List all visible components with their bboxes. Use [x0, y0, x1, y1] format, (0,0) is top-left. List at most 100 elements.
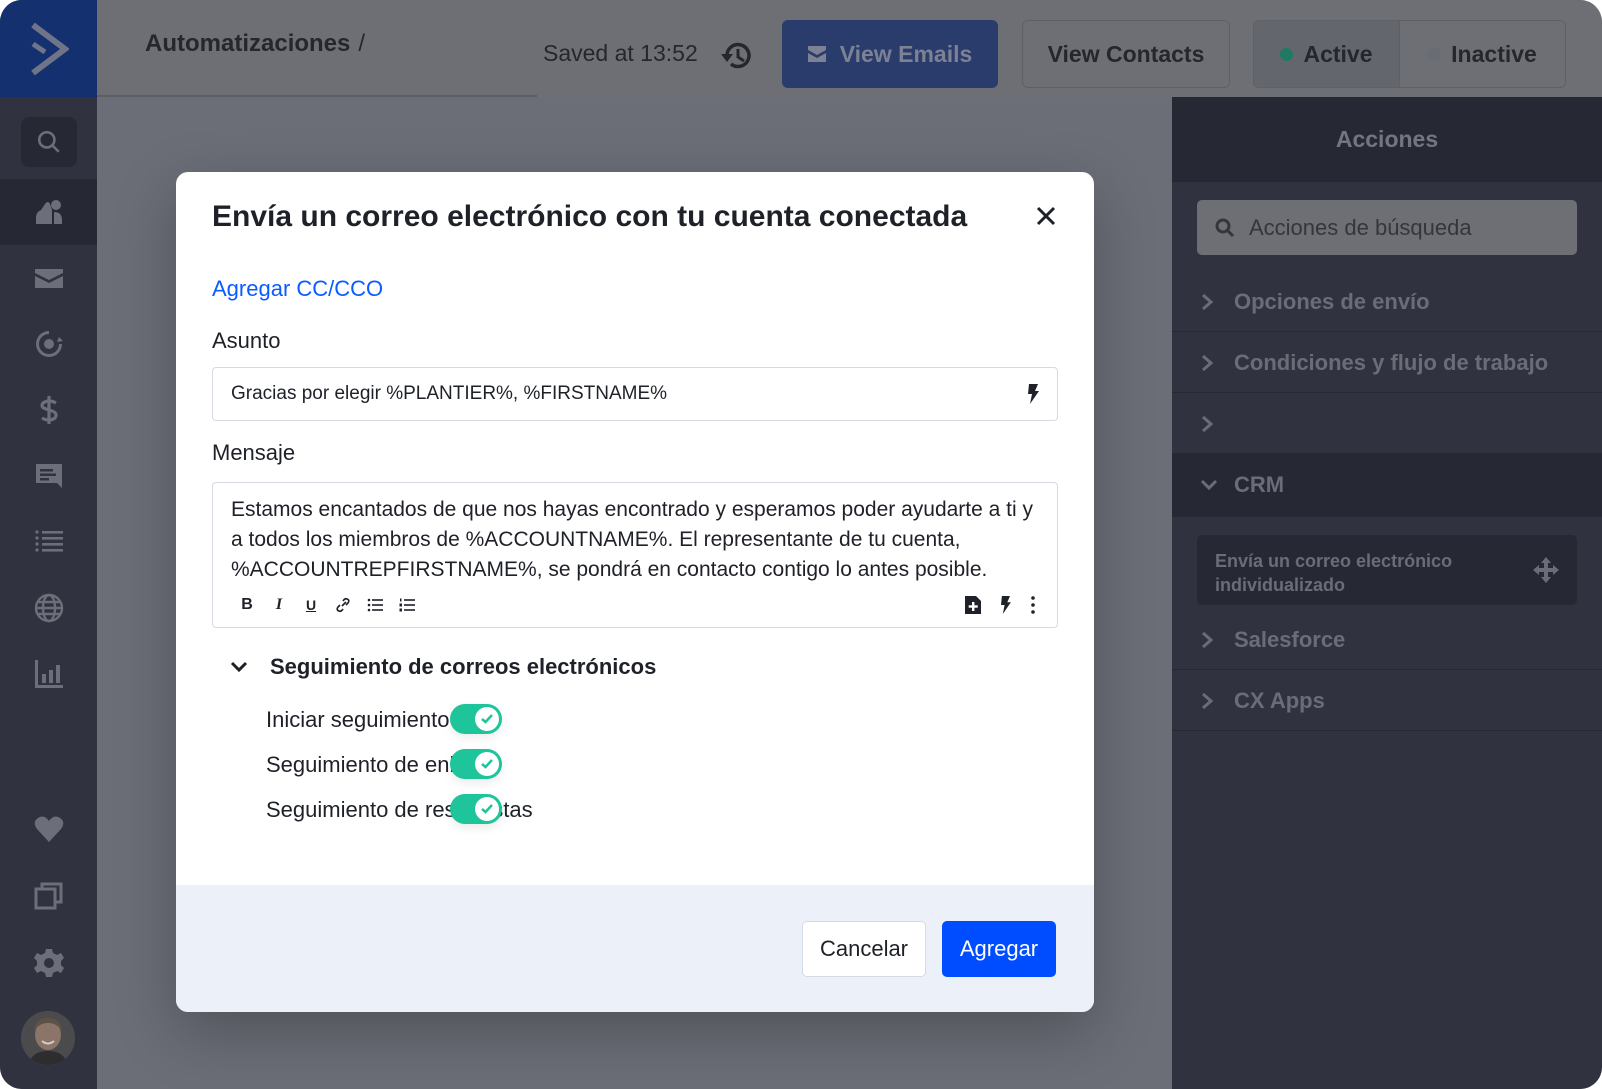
section-unnamed[interactable] — [1172, 394, 1602, 454]
chevron-down-icon — [1200, 479, 1218, 491]
toggle-label: Iniciar seguimiento — [266, 707, 450, 732]
send-email-modal: Envía un correo electrónico con tu cuent… — [176, 172, 1094, 1012]
numbered-list-button[interactable] — [391, 593, 423, 617]
sidebar-item-lists[interactable] — [0, 509, 97, 575]
sidebar-item-settings[interactable] — [0, 930, 97, 996]
section-label: Salesforce — [1234, 626, 1346, 652]
italic-button[interactable]: I — [263, 593, 295, 617]
sidebar-item-search[interactable] — [0, 109, 97, 175]
history-icon[interactable] — [719, 38, 755, 74]
left-sidebar — [0, 0, 97, 1089]
move-icon[interactable] — [1533, 557, 1559, 583]
personalize-bolt-icon[interactable] — [1027, 384, 1039, 404]
chat-icon — [35, 464, 62, 488]
sidebar-item-contacts[interactable] — [0, 179, 97, 245]
message-editor[interactable]: Estamos encantados de que nos hayas enco… — [212, 482, 1058, 628]
view-contacts-label: View Contacts — [1047, 40, 1205, 67]
sidebar-item-favorites[interactable] — [0, 796, 97, 862]
bold-button[interactable]: B — [231, 593, 263, 617]
subject-value: Gracias por elegir %PLANTIER%, %FIRSTNAM… — [231, 383, 668, 404]
section-label: CX Apps — [1234, 687, 1325, 713]
subject-label: Asunto — [212, 328, 281, 353]
chevron-down-icon — [230, 661, 248, 673]
view-emails-button[interactable]: View Emails — [782, 20, 998, 88]
toggle-row-start-tracking: Iniciar seguimiento — [266, 707, 449, 733]
bullet-list-button[interactable] — [359, 593, 391, 617]
modal-footer: Cancelar Agregar — [176, 885, 1094, 1012]
cancel-button[interactable]: Cancelar — [802, 921, 926, 977]
personalize-button[interactable] — [989, 593, 1021, 617]
section-condiciones[interactable]: Condiciones y flujo de trabajo — [1172, 333, 1602, 393]
view-contacts-button[interactable]: View Contacts — [1022, 20, 1230, 88]
chevron-right-icon — [1202, 631, 1214, 648]
section-label: Condiciones y flujo de trabajo — [1234, 349, 1549, 375]
gear-icon — [33, 949, 64, 977]
logo[interactable] — [0, 0, 97, 97]
subject-input[interactable]: Gracias por elegir %PLANTIER%, %FIRSTNAM… — [212, 367, 1058, 421]
chevron-right-icon — [1202, 692, 1214, 709]
sidebar-item-reports[interactable] — [0, 641, 97, 707]
envelope-icon — [34, 269, 63, 288]
crm-action-individual-email[interactable]: Envía un correo electrónico individualiz… — [1197, 535, 1577, 605]
add-cc-bcc-link[interactable]: Agregar CC/CCO — [212, 276, 383, 302]
breadcrumb-automations[interactable]: Automatizaciones — [145, 30, 350, 57]
saved-status: Saved at 13:52 — [543, 40, 698, 66]
section-opciones-envio[interactable]: Opciones de envío — [1172, 272, 1602, 332]
automation-gear-icon — [35, 331, 63, 357]
breadcrumb-separator: / — [358, 30, 366, 57]
numbered-list-icon — [399, 598, 415, 612]
message-value: Estamos encantados de que nos hayas enco… — [231, 498, 1033, 581]
underline-icon: U — [305, 597, 317, 613]
list-icon — [34, 530, 63, 552]
crm-action-line2: individualizado — [1215, 575, 1346, 595]
section-label: CRM — [1234, 472, 1285, 497]
check-icon — [481, 759, 493, 769]
status-toggle: Active Inactive — [1253, 20, 1566, 88]
section-cx-apps[interactable]: CX Apps — [1172, 671, 1602, 731]
section-label: Opciones de envío — [1234, 288, 1430, 314]
actions-search-input[interactable]: Acciones de búsqueda — [1197, 200, 1577, 255]
start-tracking-toggle[interactable] — [450, 704, 502, 734]
insert-content-button[interactable] — [957, 593, 989, 617]
status-active-label: Active — [1303, 40, 1373, 67]
reply-tracking-toggle[interactable] — [450, 794, 502, 824]
globe-icon — [34, 593, 63, 623]
windows-icon — [34, 882, 62, 910]
bar-chart-icon — [34, 660, 63, 688]
email-tracking-header[interactable]: Seguimiento de correos electrónicos — [230, 654, 656, 680]
crm-action-line1: Envía un correo electrónico — [1215, 551, 1453, 571]
sidebar-item-campaigns[interactable] — [0, 245, 97, 311]
user-photo-icon — [21, 1011, 75, 1065]
personalize-bolt-icon — [1000, 596, 1011, 614]
section-crm[interactable]: CRM — [1172, 453, 1602, 517]
add-button[interactable]: Agregar — [942, 921, 1056, 977]
close-icon[interactable] — [1034, 204, 1058, 228]
sidebar-item-conversations[interactable] — [0, 443, 97, 509]
bold-icon: B — [241, 596, 253, 613]
link-icon — [336, 597, 350, 613]
underline-button[interactable]: U — [295, 593, 327, 617]
email-tracking-title: Seguimiento de correos electrónicos — [270, 654, 657, 679]
actions-panel: Acciones Acciones de búsqueda Opciones d… — [1172, 97, 1602, 1089]
sidebar-item-automations[interactable] — [0, 311, 97, 377]
actions-search-placeholder: Acciones de búsqueda — [1249, 214, 1472, 240]
check-icon — [481, 804, 493, 814]
add-document-icon — [965, 596, 981, 614]
active-dot-icon — [1280, 47, 1294, 61]
link-tracking-toggle[interactable] — [450, 749, 502, 779]
app-window: Automatizaciones / Saved at 13:52 View Em… — [0, 0, 1602, 1089]
sidebar-item-apps[interactable] — [0, 863, 97, 929]
sidebar-item-site[interactable] — [0, 575, 97, 641]
dollar-icon — [39, 396, 58, 424]
sidebar-item-deals[interactable] — [0, 377, 97, 443]
more-options-button[interactable] — [1021, 593, 1045, 617]
header-divider — [97, 95, 537, 97]
search-icon — [1215, 218, 1235, 237]
avatar[interactable] — [21, 1011, 75, 1065]
section-salesforce[interactable]: Salesforce — [1172, 610, 1602, 670]
status-inactive-option[interactable]: Inactive — [1400, 21, 1565, 87]
status-active-option[interactable]: Active — [1254, 21, 1400, 87]
actions-panel-title: Acciones — [1172, 97, 1602, 182]
link-button[interactable] — [327, 593, 359, 617]
inactive-dot-icon — [1428, 47, 1442, 61]
